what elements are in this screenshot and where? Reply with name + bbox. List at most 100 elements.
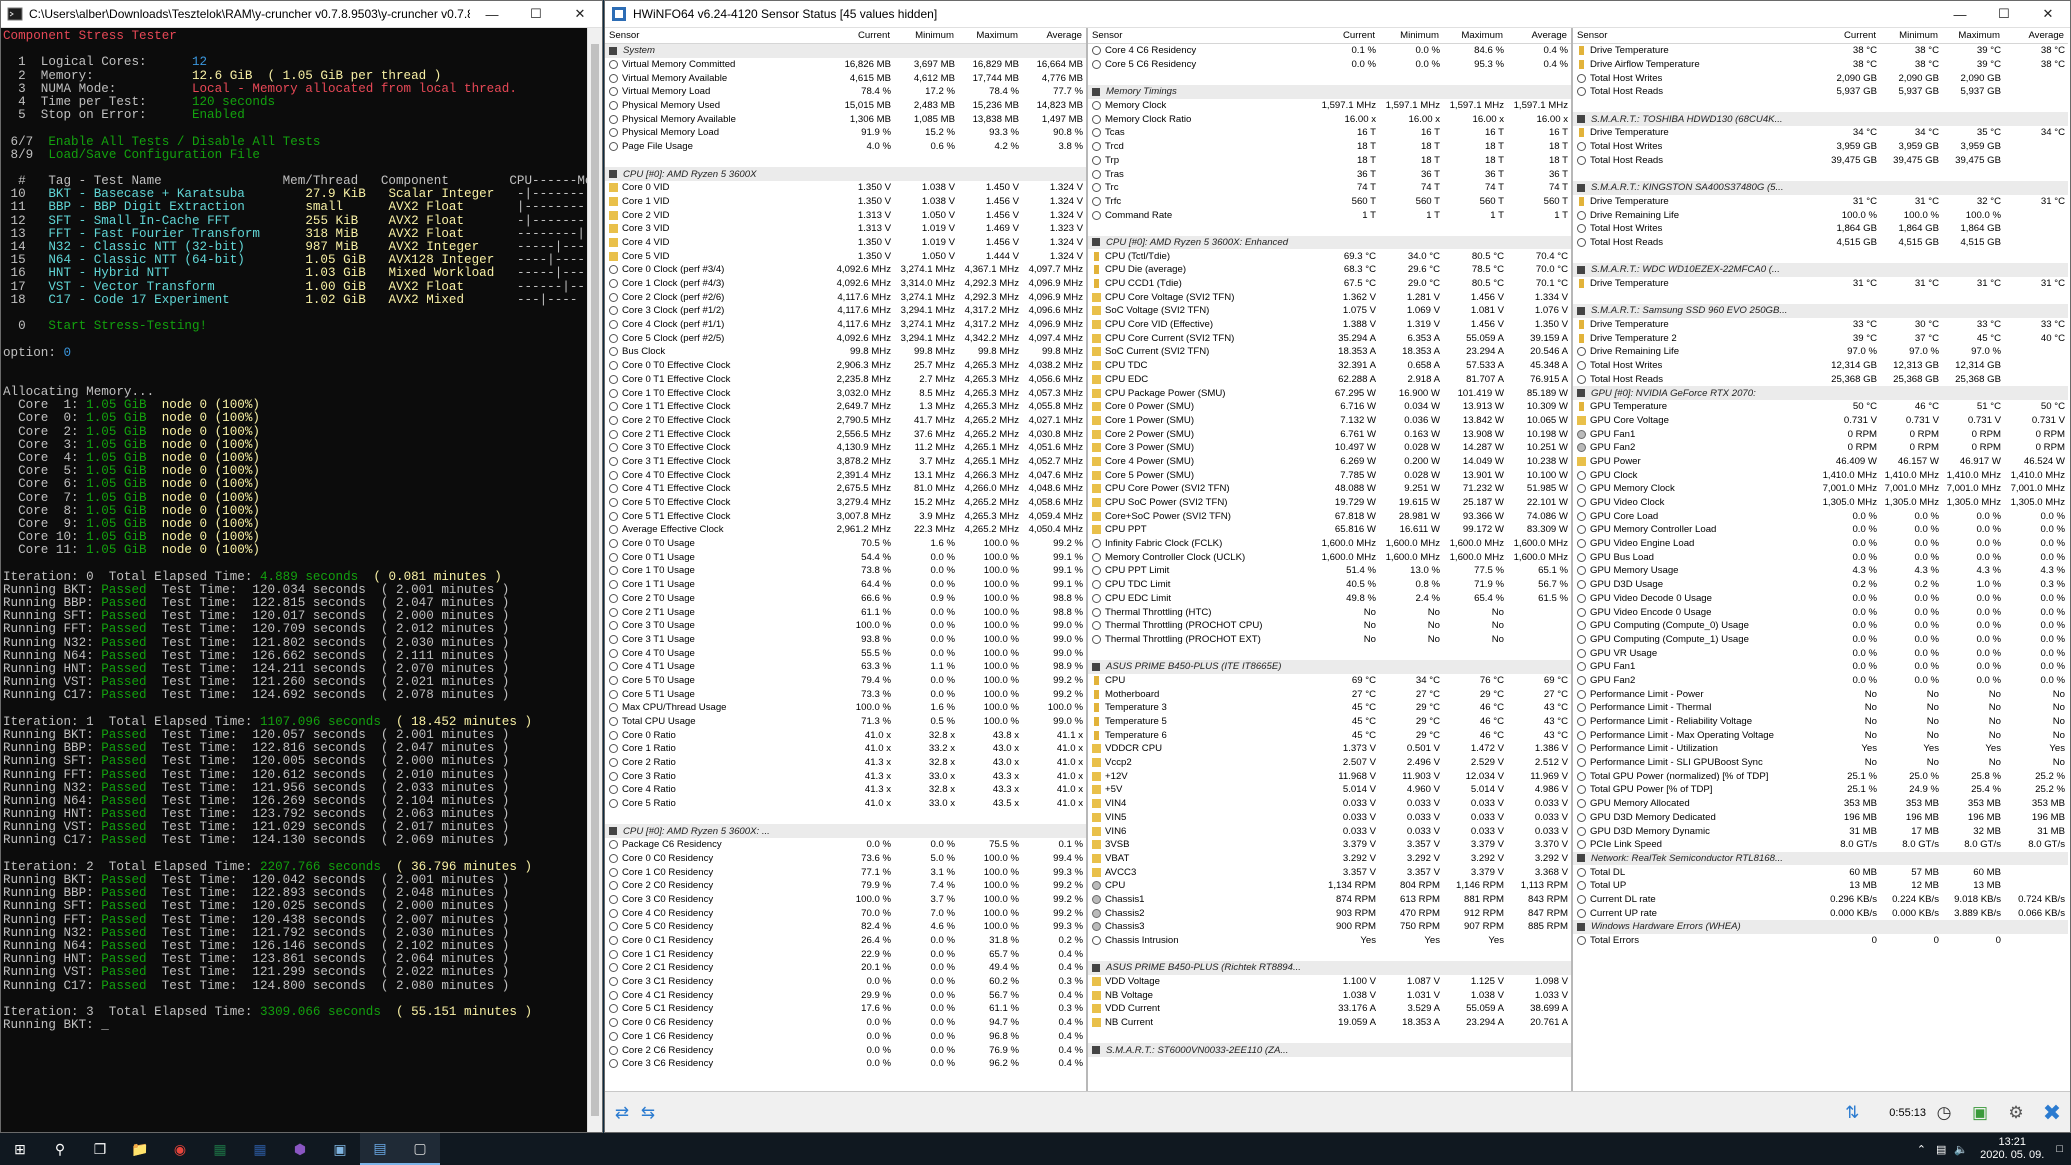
column-header[interactable]: Maximum [958,30,1022,41]
sensor-row[interactable]: Physical Memory Used 15,015 MB 2,483 MB 15,… [605,99,1086,113]
chrome-icon[interactable]: ◉ [160,1133,200,1165]
sensor-row[interactable]: VDD Current 33.176 A 3.529 A 55.059 A 38.699… [1088,1002,1571,1016]
sensor-row[interactable]: Trp 18 T 18 T 18 T 18 T [1088,154,1571,168]
sensor-row[interactable]: Core 0 C1 Residency 26.4 % 0.0 % 31.8 % 0.2 … [605,934,1086,948]
sensor-row[interactable]: Core 2 C0 Residency 79.9 % 7.4 % 100.0 % 99.… [605,879,1086,893]
sensor-row[interactable]: Temperature 6 45 °C 29 °C 46 °C 43 °C [1088,728,1571,742]
sensor-row[interactable]: Bus Clock 99.8 MHz 99.8 MHz 99.8 MHz 99.8 MH… [605,345,1086,359]
sensor-row[interactable]: Core 2 T1 Effective Clock 2,556.5 MHz 37.6… [605,427,1086,441]
sensor-row[interactable]: Thermal Throttling (PROCHOT EXT) No No No [1088,633,1571,647]
network-tray-icon[interactable]: ▤ [1936,1143,1946,1156]
sensor-row[interactable]: Core 5 Power (SMU) 7.785 W 0.028 W 13.901 W… [1088,468,1571,482]
close-x-icon[interactable]: ✖ [2034,1100,2070,1125]
sensor-row[interactable]: Core 3 Clock (perf #1/2) 4,117.6 MHz 3,294… [605,304,1086,318]
sensor-row[interactable]: GPU Memory Clock 7,001.0 MHz 7,001.0 MHz 7,… [1573,482,2068,496]
sensor-row[interactable]: CPU Core Power (SVI2 TFN) 48.088 W 9.251 W… [1088,482,1571,496]
settings-icon[interactable]: ⚙ [1998,1101,2034,1125]
sensor-row[interactable]: Temperature 3 45 °C 29 °C 46 °C 43 °C [1088,701,1571,715]
maximize-button[interactable]: ☐ [1982,1,2026,28]
hwinfo-window[interactable]: HWiNFO64 v6.24-4120 Sensor Status [45 va… [604,0,2071,1133]
sensor-row[interactable]: Virtual Memory Load 78.4 % 17.2 % 78.4 % 77.… [605,85,1086,99]
sensor-row[interactable]: GPU Video Clock 1,305.0 MHz 1,305.0 MHz 1,3… [1573,496,2068,510]
start-button[interactable]: ⊞ [0,1133,40,1165]
hwinfo-titlebar[interactable]: HWiNFO64 v6.24-4120 Sensor Status [45 va… [605,1,2070,28]
sensor-row[interactable]: Core 1 C6 Residency 0.0 % 0.0 % 96.8 % 0.4 % [605,1030,1086,1044]
sensor-row[interactable]: NB Voltage 1.038 V 1.031 V 1.038 V 1.033 V [1088,988,1571,1002]
sensor-row[interactable]: Total Host Reads 4,515 GB 4,515 GB 4,515 GB [1573,236,2068,250]
sensor-row[interactable]: Core 5 Ratio 41.0 x 33.0 x 43.5 x 41.0 x [605,797,1086,811]
column-header[interactable]: Current [814,30,894,41]
volume-icon[interactable]: 🔈 [1954,1143,1968,1156]
sensor-row[interactable]: VDDCR CPU 1.373 V 0.501 V 1.472 V 1.386 V [1088,742,1571,756]
sensor-row[interactable]: Chassis1 874 RPM 613 RPM 881 RPM 843 RPM [1088,893,1571,907]
clock-icon[interactable]: ◷ [1926,1101,1962,1125]
clock[interactable]: 13:21 2020. 05. 09. [1980,1136,2044,1162]
sensor-row[interactable]: AVCC3 3.357 V 3.357 V 3.379 V 3.368 V [1088,865,1571,879]
sensor-row[interactable]: GPU Video Engine Load 0.0 % 0.0 % 0.0 % 0.0 … [1573,537,2068,551]
sensor-row[interactable]: Core 1 Power (SMU) 7.132 W 0.036 W 13.842 W… [1088,414,1571,428]
task-view-icon[interactable]: ❐ [80,1133,120,1165]
sensor-row[interactable]: Total Host Writes 3,959 GB 3,959 GB 3,959 G… [1573,140,2068,154]
sensor-row[interactable]: Chassis Intrusion Yes Yes Yes [1088,934,1571,948]
sensor-row[interactable]: Core 5 T1 Usage 73.3 % 0.0 % 100.0 % 99.2 % [605,687,1086,701]
sensor-row[interactable]: GPU Computing (Compute_0) Usage 0.0 % 0.0 … [1573,619,2068,633]
sensor-row[interactable]: Core 4 VID 1.350 V 1.019 V 1.456 V 1.324 V [605,236,1086,250]
sensor-row[interactable]: Core 0 T1 Usage 54.4 % 0.0 % 100.0 % 99.1 % [605,550,1086,564]
sensor-row[interactable]: Core 0 T0 Effective Clock 2,906.3 MHz 25.7… [605,359,1086,373]
sensor-row[interactable]: Core 5 C1 Residency 17.6 % 0.0 % 61.1 % 0.3 … [605,1002,1086,1016]
sensor-row[interactable]: GPU D3D Memory Dedicated 196 MB 196 MB 196 … [1573,811,2068,825]
column-header[interactable]: Sensor [1088,30,1299,41]
sensor-row[interactable]: Core 0 Clock (perf #3/4) 4,092.6 MHz 3,274… [605,263,1086,277]
sensor-row[interactable]: Core 1 Clock (perf #4/3) 4,092.6 MHz 3,314… [605,277,1086,291]
notifications-icon[interactable]: □ [2056,1143,2063,1155]
sensor-row[interactable]: GPU Memory Allocated 353 MB 353 MB 353 MB 35… [1573,797,2068,811]
column-header[interactable]: Average [2004,30,2068,41]
collapse-icon[interactable] [1092,662,1100,671]
sensor-row[interactable]: Core 1 Ratio 41.0 x 33.2 x 43.0 x 41.0 x [605,742,1086,756]
sensor-row[interactable]: GPU Memory Controller Load 0.0 % 0.0 % 0.0 … [1573,523,2068,537]
collapse-icon[interactable] [1577,265,1585,274]
sensor-row[interactable]: Total DL 60 MB 57 MB 60 MB [1573,865,2068,879]
sensor-row[interactable]: Core 3 C0 Residency 100.0 % 3.7 % 100.0 % 99… [605,893,1086,907]
sensor-row[interactable]: Core 4 T0 Effective Clock 2,391.4 MHz 13.1… [605,468,1086,482]
sensor-row[interactable]: Core 1 T1 Usage 64.4 % 0.0 % 100.0 % 99.1 % [605,578,1086,592]
column-header[interactable]: Minimum [1379,30,1443,41]
sensor-row[interactable]: CPU TDC Limit 40.5 % 0.8 % 71.9 % 56.7 % [1088,578,1571,592]
app-icon-window[interactable]: ▣ [320,1133,360,1165]
sensor-row[interactable]: Core 2 Clock (perf #2/6) 4,117.6 MHz 3,274… [605,290,1086,304]
sensor-row[interactable]: Core 2 T0 Usage 66.6 % 0.9 % 100.0 % 98.8 % [605,592,1086,606]
sensor-row[interactable]: Performance Limit - Power No No No No [1573,687,2068,701]
sensor-row[interactable]: Core 0 Power (SMU) 6.716 W 0.034 W 13.913 W… [1088,400,1571,414]
sensor-row[interactable]: GPU D3D Usage 0.2 % 0.2 % 1.0 % 0.3 % [1573,578,2068,592]
sensor-row[interactable]: Vccp2 2.507 V 2.496 V 2.529 V 2.512 V [1088,756,1571,770]
sensor-row[interactable]: Core 3 T1 Usage 93.8 % 0.0 % 100.0 % 99.0 % [605,633,1086,647]
sensor-row[interactable]: Performance Limit - Thermal No No No No [1573,701,2068,715]
sensor-row[interactable]: GPU Bus Load 0.0 % 0.0 % 0.0 % 0.0 % [1573,550,2068,564]
sensor-row[interactable]: Core 5 Clock (perf #2/5) 4,092.6 MHz 3,294… [605,331,1086,345]
sensor-row[interactable]: GPU Fan2 0 RPM 0 RPM 0 RPM 0 RPM [1573,441,2068,455]
sensor-row[interactable]: Core 1 T0 Usage 73.8 % 0.0 % 100.0 % 99.1 % [605,564,1086,578]
column-header[interactable]: Maximum [1443,30,1507,41]
sensor-row[interactable]: CPU EDC Limit 49.8 % 2.4 % 65.4 % 61.5 % [1088,592,1571,606]
sensor-row[interactable]: Core 3 C6 Residency 0.0 % 0.0 % 96.2 % 0.4 % [605,1057,1086,1071]
column-header[interactable]: Current [1299,30,1379,41]
sensor-row[interactable]: VIN5 0.033 V 0.033 V 0.033 V 0.033 V [1088,811,1571,825]
column-header[interactable]: Sensor [1573,30,1810,41]
sensor-row[interactable]: VDD Voltage 1.100 V 1.087 V 1.125 V 1.098 V [1088,975,1571,989]
sensor-pane[interactable]: Sensor Current Minimum Maximum Average Drive … [1573,28,2068,1091]
sensor-row[interactable]: GPU Clock 1,410.0 MHz 1,410.0 MHz 1,410.0 M… [1573,468,2068,482]
sensor-row[interactable]: Current UP rate 0.000 KB/s 0.000 KB/s 3.889… [1573,906,2068,920]
sensor-row[interactable]: Virtual Memory Committed 16,826 MB 3,697 M… [605,58,1086,72]
sensor-row[interactable]: Tras 36 T 36 T 36 T 36 T [1088,167,1571,181]
sensor-row[interactable]: Memory Controller Clock (UCLK) 1,600.0 MH… [1088,550,1571,564]
sensor-row[interactable]: Performance Limit - Reliability Voltage N… [1573,715,2068,729]
sensor-row[interactable]: Drive Temperature 31 °C 31 °C 32 °C 31 °C [1573,195,2068,209]
sensor-row[interactable]: Core 5 C6 Residency 0.0 % 0.0 % 95.3 % 0.4 % [1088,58,1571,72]
collapse-icon[interactable] [1577,922,1585,931]
sensor-row[interactable]: VBAT 3.292 V 3.292 V 3.292 V 3.292 V [1088,852,1571,866]
sensor-row[interactable]: Core 1 T0 Effective Clock 3,032.0 MHz 8.5 … [605,386,1086,400]
hwinfo-taskbar-icon[interactable]: ▤ [360,1133,400,1165]
network-icon[interactable]: ⇅ [1835,1101,1869,1125]
sensor-row[interactable]: Total Host Writes 2,090 GB 2,090 GB 2,090 G… [1573,71,2068,85]
sensor-row[interactable]: Thermal Throttling (PROCHOT CPU) No No No [1088,619,1571,633]
